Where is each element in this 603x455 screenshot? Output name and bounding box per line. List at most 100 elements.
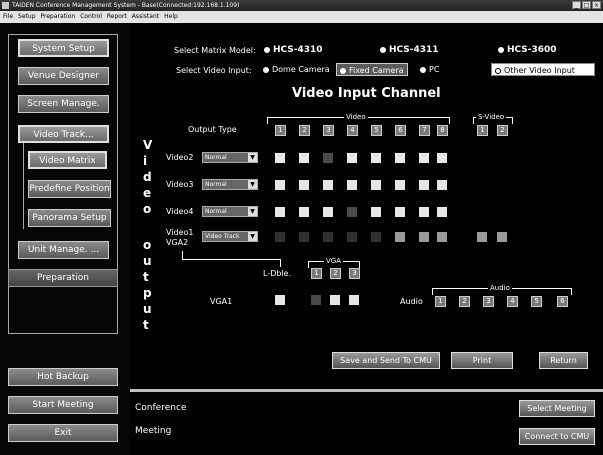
radio-icon	[263, 66, 269, 73]
connect-to-cmu-button[interactable]: Connect to CMU	[519, 428, 595, 445]
menu-help[interactable]: Help	[164, 11, 178, 23]
matrix-cell[interactable]	[299, 153, 309, 163]
matrix-cell[interactable]	[347, 207, 357, 217]
matrix-cell[interactable]	[347, 180, 357, 190]
matrix-cell[interactable]	[395, 207, 405, 217]
matrix-cell[interactable]	[323, 180, 333, 190]
matrix-cell[interactable]	[275, 153, 285, 163]
audio-channel-1[interactable]: 1	[435, 296, 446, 307]
matrix-cell[interactable]	[299, 180, 309, 190]
audio-bracket-label: Audio	[488, 284, 512, 292]
matrix-cell[interactable]	[311, 295, 321, 305]
menu-preparation[interactable]: Preparation	[41, 11, 76, 23]
video-channel-2[interactable]: 2	[299, 125, 310, 136]
matrix-cell[interactable]	[419, 232, 429, 242]
matrix-cell[interactable]	[437, 207, 447, 217]
mode-dropdown-video4[interactable]: Normal ▼	[202, 206, 258, 217]
sidebar-item-video-track[interactable]: Video Track...	[18, 125, 109, 143]
matrix-cell[interactable]	[275, 232, 285, 242]
matrix-cell[interactable]	[275, 295, 285, 305]
select-meeting-button[interactable]: Select Meeting	[519, 400, 595, 417]
matrix-cell[interactable]	[275, 180, 285, 190]
sidebar-item-venue-designer[interactable]: Venue Designer	[18, 67, 109, 85]
sidebar-item-video-matrix[interactable]: Video Matrix	[28, 151, 107, 169]
matrix-cell[interactable]	[437, 180, 447, 190]
matrix-cell[interactable]	[419, 180, 429, 190]
sidebar-item-screen-manage[interactable]: Screen Manage.	[18, 95, 109, 113]
mode-dropdown-video1[interactable]: Video Track ▼	[202, 231, 258, 242]
matrix-cell[interactable]	[371, 232, 381, 242]
save-and-send-button[interactable]: Save and Send To CMU	[332, 352, 440, 369]
matrix-cell[interactable]	[323, 232, 333, 242]
mode-dropdown-video2[interactable]: Normal ▼	[202, 152, 258, 163]
matrix-cell[interactable]	[437, 153, 447, 163]
matrix-cell[interactable]	[330, 295, 340, 305]
sidebar-item-system-setup[interactable]: System Setup	[18, 39, 109, 57]
video-channel-4[interactable]: 4	[347, 125, 358, 136]
matrix-cell[interactable]	[275, 207, 285, 217]
sidebar-item-preparation[interactable]: Preparation	[8, 269, 118, 287]
mode-dropdown-video3[interactable]: Normal ▼	[202, 179, 258, 190]
video-channel-3[interactable]: 3	[323, 125, 334, 136]
svideo-channel-1[interactable]: 1	[477, 125, 488, 136]
matrix-cell[interactable]	[347, 232, 357, 242]
matrix-cell[interactable]	[299, 207, 309, 217]
audio-channel-5[interactable]: 5	[531, 296, 542, 307]
sidebar-item-panorama-setup[interactable]: Panorama Setup	[28, 209, 111, 227]
matrix-cell[interactable]	[395, 153, 405, 163]
audio-channel-6[interactable]: 6	[557, 296, 568, 307]
vga-channel-1[interactable]: 1	[311, 268, 322, 279]
hot-backup-button[interactable]: Hot Backup	[8, 368, 118, 386]
print-button[interactable]: Print	[451, 352, 513, 369]
matrix-cell[interactable]	[419, 153, 429, 163]
sidebar-item-unit-manage[interactable]: Unit Manage. ...	[18, 241, 109, 259]
video-input-pc[interactable]: PC	[417, 63, 442, 76]
return-button[interactable]: Return	[539, 352, 588, 369]
matrix-cell[interactable]	[395, 232, 405, 242]
video-channel-5[interactable]: 5	[371, 125, 382, 136]
menu-report[interactable]: Report	[107, 11, 127, 23]
video-channel-6[interactable]: 6	[395, 125, 406, 136]
matrix-cell[interactable]	[437, 232, 447, 242]
matrix-cell[interactable]	[395, 180, 405, 190]
matrix-cell[interactable]	[497, 232, 507, 242]
matrix-cell[interactable]	[347, 153, 357, 163]
matrix-cell[interactable]	[371, 153, 381, 163]
matrix-option-hcs3600[interactable]: HCS-3600	[498, 45, 557, 55]
video-input-other[interactable]: Other Video Input	[491, 63, 595, 76]
minimize-button[interactable]: _	[572, 1, 581, 9]
svideo-channel-2[interactable]: 2	[497, 125, 508, 136]
menu-control[interactable]: Control	[80, 11, 102, 23]
maximize-button[interactable]: □	[582, 1, 591, 9]
matrix-cell[interactable]	[477, 232, 487, 242]
matrix-cell[interactable]	[299, 232, 309, 242]
menu-assistant[interactable]: Assistant	[132, 11, 159, 23]
matrix-cell[interactable]	[371, 207, 381, 217]
matrix-cell[interactable]	[419, 207, 429, 217]
video-channel-7[interactable]: 7	[419, 125, 430, 136]
vga-channel-3[interactable]: 3	[349, 268, 360, 279]
matrix-cell[interactable]	[349, 295, 359, 305]
video-channel-1[interactable]: 1	[275, 125, 286, 136]
matrix-option-hcs4311[interactable]: HCS-4311	[380, 45, 439, 55]
radio-icon	[495, 67, 501, 74]
sidebar-item-predefine-position[interactable]: Predefine Position	[28, 180, 111, 198]
row-label-video4: Video4	[166, 207, 194, 216]
exit-button[interactable]: Exit	[8, 424, 118, 442]
audio-channel-3[interactable]: 3	[483, 296, 494, 307]
matrix-option-hcs4310[interactable]: HCS-4310	[264, 45, 323, 55]
matrix-cell[interactable]	[323, 207, 333, 217]
matrix-cell[interactable]	[323, 153, 333, 163]
video-input-label: Select Video Input:	[176, 66, 252, 75]
audio-channel-2[interactable]: 2	[459, 296, 470, 307]
menu-setup[interactable]: Setup	[18, 11, 35, 23]
video-input-fixed-camera[interactable]: Fixed Camera	[336, 63, 408, 76]
menu-file[interactable]: File	[3, 11, 13, 23]
audio-channel-4[interactable]: 4	[507, 296, 518, 307]
matrix-cell[interactable]	[371, 180, 381, 190]
vga-channel-2[interactable]: 2	[330, 268, 341, 279]
close-button[interactable]: ×	[592, 1, 601, 9]
video-channel-8[interactable]: 8	[437, 125, 448, 136]
start-meeting-button[interactable]: Start Meeting	[8, 396, 118, 414]
video-input-dome-camera[interactable]: Dome Camera	[260, 63, 333, 76]
